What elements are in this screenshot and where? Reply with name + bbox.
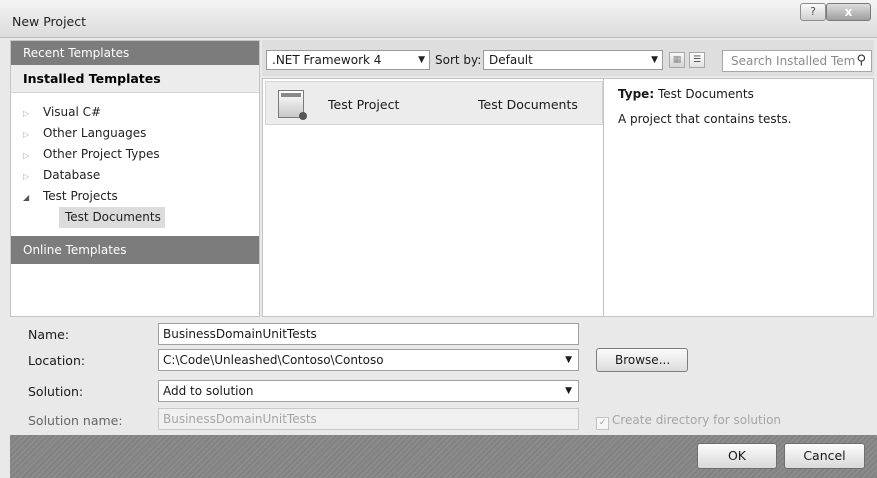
template-sidebar: Recent Templates Installed Templates ▷ Vi… [10,40,260,317]
tree-item-other-languages[interactable]: ▷ Other Languages [11,123,259,144]
template-category: Test Documents [478,97,578,112]
chevron-down-icon: ▼ [418,55,425,65]
create-directory-checkbox[interactable]: ✓ Create directory for solution [596,413,781,430]
type-value: Test Documents [657,87,754,101]
new-project-dialog: New Project ? x Recent Templates Install… [0,0,877,478]
tree-item-label: Test Projects [43,189,118,203]
name-value: BusinessDomainUnitTests [163,327,317,341]
tree-item-label: Other Project Types [43,147,160,161]
tree-item-label-selected: Test Documents [59,207,165,228]
name-input[interactable]: BusinessDomainUnitTests [158,323,579,345]
help-button[interactable]: ? [800,3,826,21]
template-details: Type: Test Documents A project that cont… [604,78,874,317]
checkbox-check-icon: ✓ [596,417,609,430]
test-project-icon [278,90,307,120]
small-icons-view-icon[interactable]: ▦ [669,52,685,68]
cancel-button[interactable]: Cancel [784,443,865,469]
name-label: Name: [28,327,70,342]
search-icon[interactable]: ⚲ [856,51,866,71]
tree-item-visual-csharp[interactable]: ▷ Visual C# [11,102,259,123]
tree-item-label: Visual C# [43,105,102,119]
expand-arrow-icon[interactable]: ▷ [23,145,43,166]
expand-arrow-icon[interactable]: ▷ [23,103,43,124]
sort-by-label: Sort by: [435,53,482,67]
template-list: Test Project Test Documents [262,78,604,317]
sort-value: Default [489,53,533,67]
template-toolbar: .NET Framework 4 ▼ Sort by: Default ▼ ▦ … [262,40,874,76]
chevron-down-icon: ▼ [565,386,572,396]
tree-item-label: Database [43,168,101,182]
title-bar: New Project ? x [0,0,877,38]
chevron-down-icon: ▼ [651,55,658,65]
tree-item-other-project-types[interactable]: ▷ Other Project Types [11,144,259,165]
framework-value: .NET Framework 4 [272,53,382,67]
search-placeholder: Search Installed Tem [731,54,856,68]
tree-item-test-projects[interactable]: ◢ Test Projects [11,186,259,207]
window-title: New Project [12,14,87,29]
tree-item-test-documents[interactable]: Test Documents [11,207,259,228]
template-tree: ▷ Visual C# ▷ Other Languages ▷ Other Proje… [11,93,259,228]
solution-select[interactable]: Add to solution ▼ [158,380,579,402]
installed-templates-header[interactable]: Installed Templates [11,65,259,93]
location-label: Location: [28,353,86,368]
solution-name-label: Solution name: [28,413,123,428]
sort-select[interactable]: Default ▼ [483,50,663,70]
template-description: A project that contains tests. [618,112,792,126]
online-templates-header[interactable]: Online Templates [11,236,259,264]
type-label: Type: [618,87,655,101]
location-select[interactable]: C:\Code\Unleashed\Contoso\Contoso ▼ [158,349,579,371]
type-line: Type: Test Documents [618,87,754,101]
browse-button[interactable]: Browse... [596,348,688,372]
solution-label: Solution: [28,384,84,399]
tree-item-label: Other Languages [43,126,147,140]
ok-button[interactable]: OK [697,443,777,469]
template-row[interactable]: Test Project Test Documents [265,81,603,125]
solution-value: Add to solution [163,384,254,398]
solution-name-input[interactable]: BusinessDomainUnitTests [158,408,579,430]
search-input[interactable]: Search Installed Tem ⚲ [722,50,872,72]
location-value: C:\Code\Unleashed\Contoso\Contoso [163,353,384,367]
close-button[interactable]: x [826,3,871,21]
expand-arrow-icon[interactable]: ▷ [23,166,43,187]
framework-select[interactable]: .NET Framework 4 ▼ [266,50,430,70]
create-directory-label: Create directory for solution [612,413,782,427]
expand-arrow-icon[interactable]: ▷ [23,124,43,145]
solution-name-value: BusinessDomainUnitTests [163,412,317,426]
recent-templates-header[interactable]: Recent Templates [11,41,259,65]
medium-icons-view-icon[interactable]: ☰ [689,52,705,68]
tree-item-database[interactable]: ▷ Database [11,165,259,186]
chevron-down-icon: ▼ [565,355,572,365]
template-name: Test Project [328,97,400,112]
collapse-arrow-icon[interactable]: ◢ [23,187,43,208]
